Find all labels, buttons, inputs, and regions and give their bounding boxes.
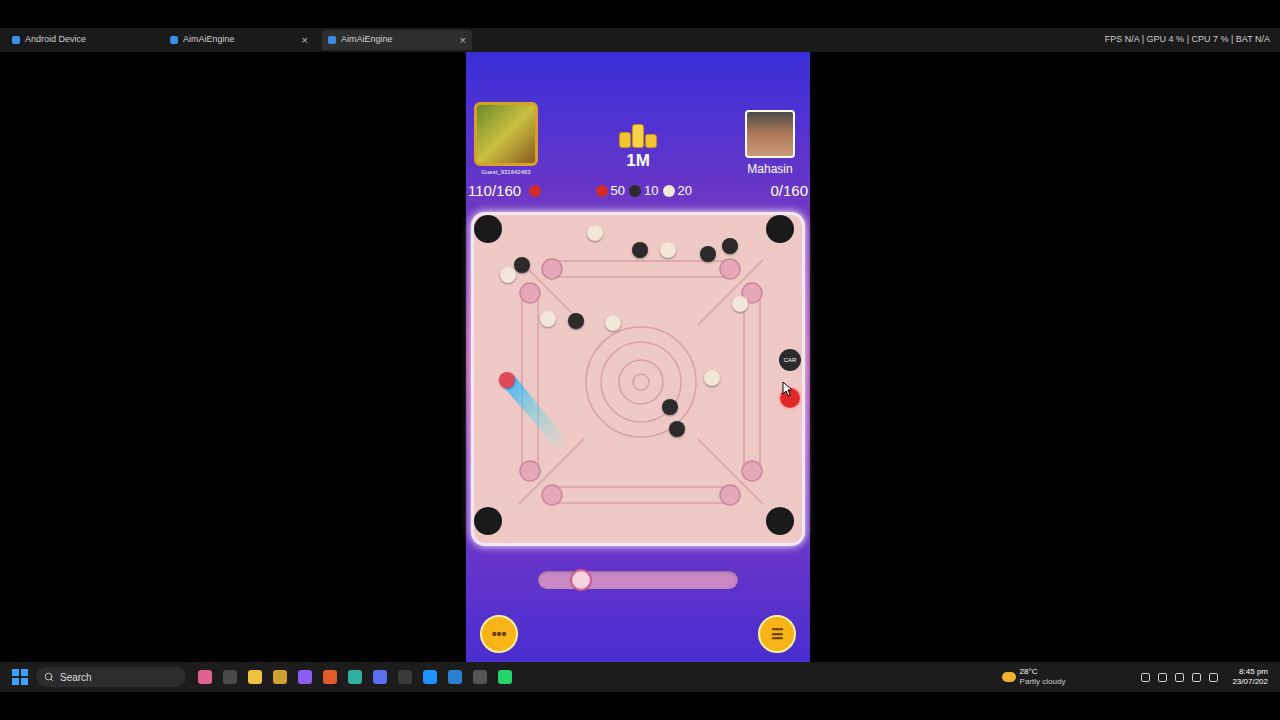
bottom-buttons: ••• ☰ [480,615,796,653]
tray-icon[interactable] [1209,673,1218,682]
carrom-piece[interactable] [732,296,748,312]
carrom-piece[interactable] [662,399,678,415]
carrom-board[interactable]: CAR [471,212,805,546]
carrom-piece[interactable] [605,315,621,331]
tray-icon[interactable] [1158,673,1167,682]
carrom-piece[interactable] [540,311,556,327]
pocket [766,507,794,535]
game-panel: Guest_931642463 1M Mahasin 110/160 501020 0/1… [466,52,810,662]
taskbar-app-icon[interactable] [348,670,362,684]
carrom-piece[interactable] [500,267,516,283]
app-icon [170,36,178,44]
carrom-piece[interactable] [700,246,716,262]
cursor-icon [782,381,794,397]
coin-values: 501020 [596,181,692,201]
taskbar-app-icon[interactable] [373,670,387,684]
search-icon [44,672,54,682]
aim-label[interactable]: CAR [779,349,801,371]
pocket [766,215,794,243]
carrom-piece[interactable] [514,257,530,273]
letterbox-bottom [0,692,1280,720]
browser-tab[interactable]: AimAiEngine× [164,30,314,50]
letterbox-top [0,0,1280,28]
player-avatar [474,102,538,166]
taskbar-app-icon[interactable] [473,670,487,684]
carrom-piece[interactable] [669,421,685,437]
score-row: 110/160 501020 0/160 [468,180,808,202]
taskbar: Search 28°CPartly cloudy 8:45 pm23/07/202 [0,662,1280,692]
app-icon [12,36,20,44]
windows-icon[interactable] [12,669,28,685]
power-slider[interactable] [538,571,738,589]
carrom-piece[interactable] [660,242,676,258]
tray-icon[interactable] [1175,673,1184,682]
coin-icon [529,185,541,197]
app-icon [328,36,336,44]
taskbar-app-icon[interactable] [273,670,287,684]
screen: Android Device AimAiEngine× AimAiEngine× FP… [0,0,1280,720]
tab-bar: Android Device AimAiEngine× AimAiEngine× FP… [0,28,1280,52]
player-score: 110/160 [468,180,521,203]
taskbar-app-icon[interactable] [223,670,237,684]
browser-tab[interactable]: AimAiEngine× [322,30,472,50]
browser-tab[interactable]: Android Device [6,30,156,50]
weather-icon [1002,672,1016,682]
player-score: 0/160 [746,180,808,203]
clock[interactable]: 8:45 pm23/07/202 [1232,667,1268,687]
taskbar-app-icon[interactable] [398,670,412,684]
taskbar-app-icon[interactable] [423,670,437,684]
pot: 1M [619,102,657,178]
chat-button[interactable]: ••• [480,615,518,653]
carrom-piece[interactable] [587,225,603,241]
carrom-piece[interactable] [722,238,738,254]
taskbar-app-icon[interactable] [323,670,337,684]
taskbar-app-icon[interactable] [298,670,312,684]
player-right: Mahasin [734,102,806,178]
menu-button[interactable]: ☰ [758,615,796,653]
tray-icon[interactable] [1141,673,1150,682]
tray-icon[interactable] [1192,673,1201,682]
search-box[interactable]: Search [36,667,186,687]
slider-knob[interactable] [570,569,592,591]
pocket [474,507,502,535]
player-avatar [745,110,795,158]
pocket [474,215,502,243]
close-tab-button[interactable]: × [460,32,466,49]
perf-stats: FPS N/A | GPU 4 % | CPU 7 % | BAT N/A [1105,33,1274,47]
taskbar-app-icon[interactable] [248,670,262,684]
carrom-piece[interactable] [568,313,584,329]
coin-icon [663,185,675,197]
carrom-piece[interactable] [632,242,648,258]
main-area: Guest_931642463 1M Mahasin 110/160 501020 0/1… [0,52,1280,662]
coin-icon [629,185,641,197]
weather[interactable]: 28°CPartly cloudy [1002,667,1066,687]
carrom-piece[interactable] [499,372,515,388]
taskbar-app-icon[interactable] [498,670,512,684]
carrom-piece[interactable] [704,370,720,386]
player-left: Guest_931642463 [470,102,542,178]
taskbar-app-icon[interactable] [448,670,462,684]
players-header: Guest_931642463 1M Mahasin [470,102,806,178]
coins-icon [619,124,657,148]
taskbar-app-icon[interactable] [198,670,212,684]
coin-icon [596,185,608,197]
close-tab-button[interactable]: × [302,32,308,49]
